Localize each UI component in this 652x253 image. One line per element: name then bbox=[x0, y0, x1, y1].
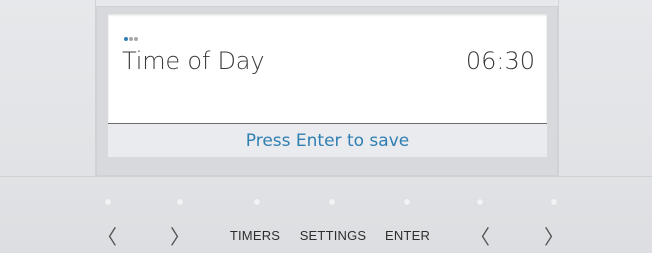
led-indicator bbox=[105, 199, 111, 205]
led-indicator bbox=[477, 199, 483, 205]
settings-button[interactable]: SETTINGS bbox=[292, 222, 374, 248]
page-dot bbox=[134, 37, 138, 41]
bezel-right-edge bbox=[558, 0, 576, 176]
page-dot-active bbox=[124, 37, 128, 41]
left-previous-button[interactable]: 〈 bbox=[97, 222, 117, 249]
led-indicator bbox=[551, 199, 557, 205]
setting-label: Time of Day bbox=[122, 47, 265, 75]
right-previous-button[interactable]: 〈 bbox=[470, 222, 490, 249]
led-indicator bbox=[177, 199, 183, 205]
status-message: Press Enter to save bbox=[245, 131, 410, 151]
right-next-button[interactable]: 〉 bbox=[544, 222, 564, 249]
led-indicator bbox=[254, 199, 260, 205]
enter-button[interactable]: ENTER bbox=[380, 222, 435, 248]
display-screen: Time of Day 06:30 Press Enter to save bbox=[108, 14, 547, 157]
bezel-left-edge bbox=[78, 0, 96, 176]
status-bar: Press Enter to save bbox=[108, 123, 547, 157]
control-panel: Time of Day 06:30 Press Enter to save 〈 … bbox=[0, 0, 652, 253]
led-indicator bbox=[404, 199, 410, 205]
led-indicator bbox=[329, 199, 335, 205]
left-next-button[interactable]: 〉 bbox=[170, 222, 190, 249]
setting-value: 06:30 bbox=[465, 47, 535, 75]
page-dot bbox=[129, 37, 133, 41]
divider-line bbox=[0, 176, 652, 177]
page-indicator bbox=[124, 37, 138, 41]
timers-button[interactable]: TIMERS bbox=[225, 222, 285, 248]
